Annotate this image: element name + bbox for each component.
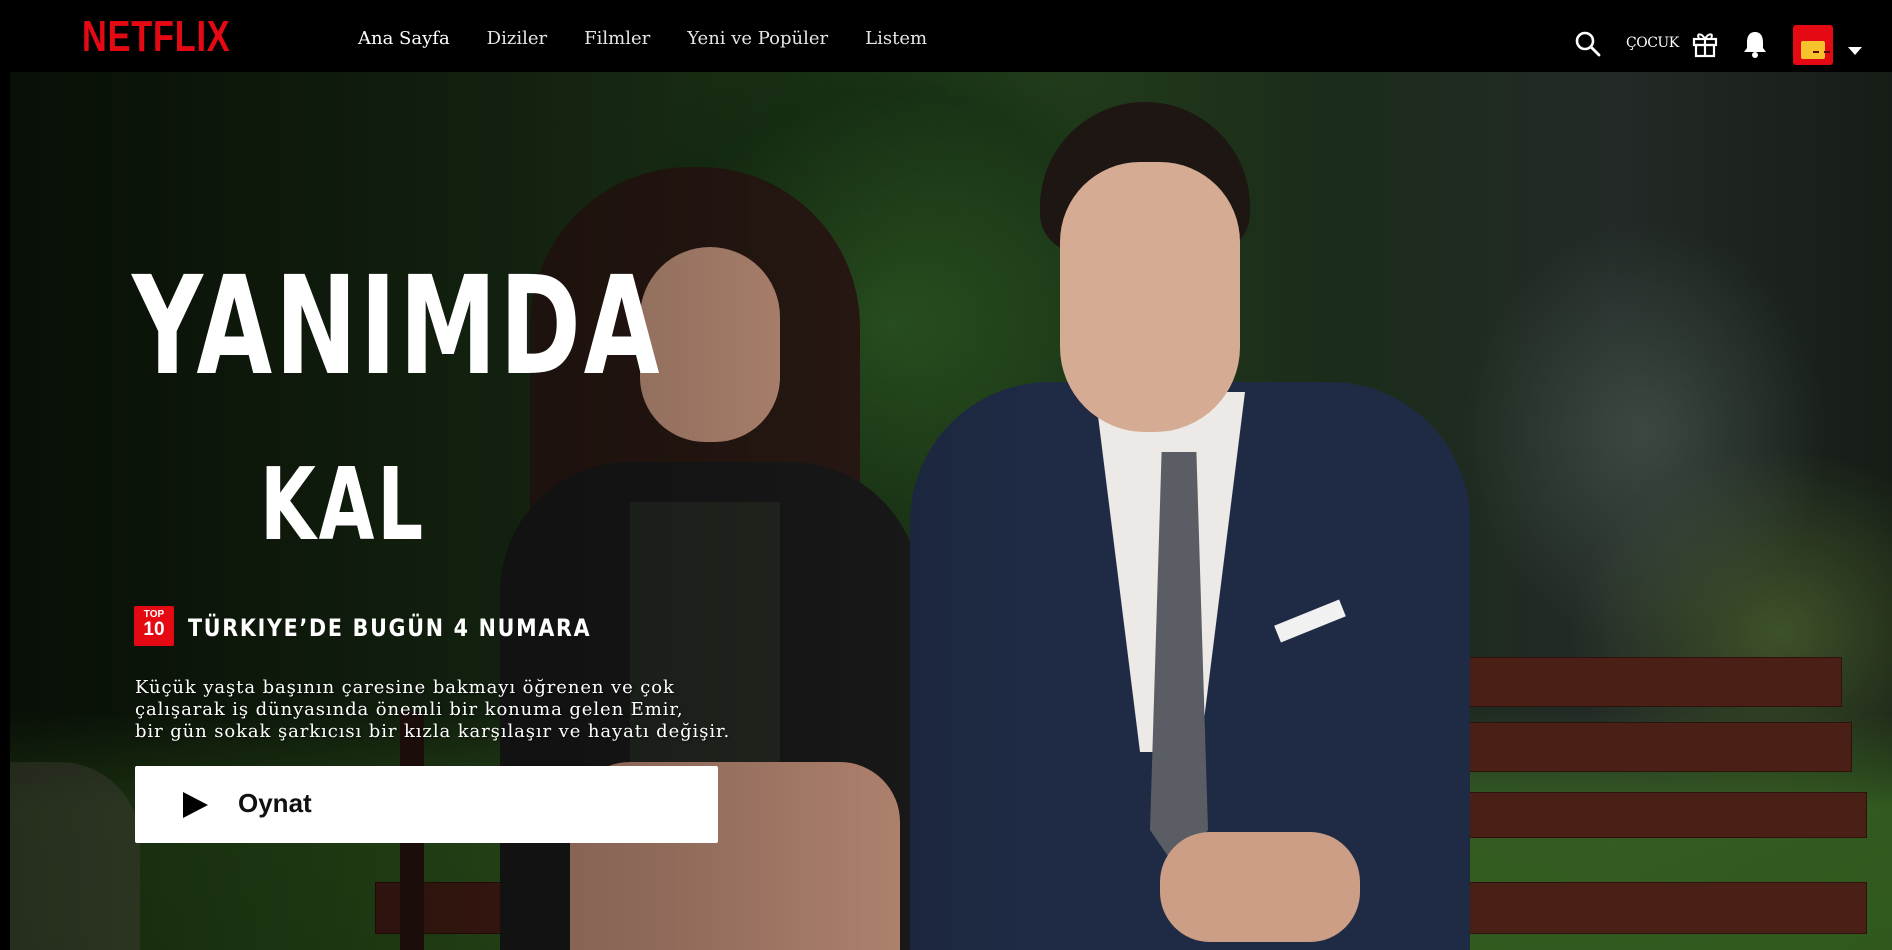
gift-icon[interactable] (1692, 30, 1718, 62)
nav-movies[interactable]: Filmler (584, 28, 650, 49)
bell-icon[interactable] (1742, 30, 1768, 62)
search-icon[interactable] (1574, 30, 1602, 62)
top10-badge: TOP 10 (134, 606, 174, 646)
avatar-eye (1813, 51, 1819, 53)
primary-nav: Ana Sayfa Diziler Filmler Yeni ve Popüle… (358, 28, 964, 49)
top10-badge-number: 10 (143, 619, 165, 640)
kids-link[interactable]: ÇOCUK (1626, 35, 1679, 51)
play-button-label: Oynat (238, 788, 312, 818)
avatar-eye (1824, 51, 1830, 53)
play-button[interactable]: Oynat (135, 766, 718, 843)
play-icon (183, 792, 208, 818)
top10-badge-label: TOP (143, 609, 165, 620)
synopsis-line: çalışarak iş dünyasında önemli bir konum… (135, 699, 684, 720)
avatar-face (1801, 41, 1830, 59)
nav-series[interactable]: Diziler (487, 28, 547, 49)
nav-home[interactable]: Ana Sayfa (358, 28, 450, 49)
caret-down-icon[interactable] (1848, 47, 1862, 55)
rank-text: TÜRKIYE’DE BUGÜN 4 NUMARA (188, 614, 592, 642)
nav-my-list[interactable]: Listem (865, 28, 927, 49)
synopsis-line: Küçük yaşta başının çaresine bakmayı öğr… (135, 677, 675, 698)
synopsis: Küçük yaşta başının çaresine bakmayı öğr… (135, 677, 895, 743)
synopsis-line: bir gün sokak şarkıcısı bir kızla karşıl… (135, 721, 731, 742)
netflix-logo[interactable]: NETFLIX (82, 12, 230, 62)
profile-avatar[interactable] (1793, 25, 1833, 65)
top-navigation-bar: NETFLIX Ana Sayfa Diziler Filmler Yeni v… (0, 0, 1892, 72)
title-logo-line-1: YANIMDA (132, 248, 663, 406)
title-logo-line-2: KAL (260, 446, 427, 563)
nav-new-popular[interactable]: Yeni ve Popüler (687, 28, 828, 49)
